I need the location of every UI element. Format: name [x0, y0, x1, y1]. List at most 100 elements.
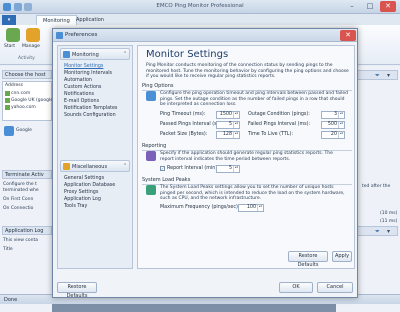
reporting-heading: Reporting [142, 143, 352, 151]
save-icon[interactable] [14, 3, 22, 11]
nav-item-monitor-settings[interactable]: Monitor Settings [64, 64, 103, 69]
window-close-button[interactable]: ✕ [380, 1, 396, 12]
file-tab[interactable]: ▾ [2, 15, 16, 25]
activity-group-label: Activity [18, 56, 35, 61]
report-interval-stepper[interactable]: 5 ▴▾ [216, 165, 240, 173]
nav-item-automation[interactable]: Automation [64, 78, 92, 83]
app-titlebar: EMCO Ping Monitor Professional – □ ✕ [0, 0, 400, 14]
outage-condition-stepper[interactable]: 3 ▴▾ [321, 111, 345, 119]
report-interval-checkbox[interactable]: ✓ [160, 166, 165, 171]
settings-content: Monitor Settings Ping Monitor conducts m… [137, 45, 355, 269]
ttl-stepper[interactable]: 20 ▴▾ [321, 131, 345, 139]
stepper-arrows-icon[interactable]: ▴▾ [233, 122, 239, 128]
filter-icon[interactable]: ⏷ [375, 72, 380, 80]
ping-options-heading: Ping Options [142, 83, 352, 91]
reporting-description: Specify if the application should genera… [160, 151, 333, 162]
nav-item-notifications[interactable]: Notifications [64, 92, 94, 97]
max-frequency-stepper[interactable]: 100 ▴▾ [238, 204, 264, 212]
nav-item-notification-templates[interactable]: Notification Templates [64, 106, 117, 111]
monitoring-icon [63, 51, 70, 58]
nav-item-general-settings[interactable]: General Settings [64, 176, 104, 181]
nav-item-sounds-configuration[interactable]: Sounds Configuration [64, 113, 116, 118]
nav-item-tools-tray[interactable]: Tools Tray [64, 204, 87, 209]
ping-timeout-label: Ping Timeout (ms): [160, 112, 206, 117]
host-item[interactable]: yahoo.com [11, 105, 36, 110]
app-title: EMCO Ping Monitor Professional [156, 3, 244, 9]
terminate-activity-header: Terminate Activ [2, 170, 52, 179]
packet-size-label: Packet Size (Bytes): [160, 132, 208, 137]
preferences-icon [56, 32, 63, 39]
nav-item-custom-actions[interactable]: Custom Actions [64, 85, 101, 90]
host-status-icon [5, 105, 10, 110]
page-title: Monitor Settings [146, 49, 229, 60]
restore-section-defaults-button[interactable]: Restore Defaults [288, 251, 328, 268]
undo-icon[interactable] [24, 3, 32, 11]
dialog-close-button[interactable]: ✕ [340, 30, 356, 41]
log-title-column-header[interactable]: Title [3, 247, 13, 252]
stepper-arrows-icon[interactable]: ▴▾ [233, 166, 239, 172]
minimize-button[interactable]: – [344, 1, 360, 12]
preferences-dialog: Preferences ✕ Monitoring ⌃ Monitor Setti… [52, 28, 358, 299]
choose-host-header: Choose the host [2, 70, 52, 79]
nav-item-monitoring-intervals[interactable]: Monitoring Intervals [64, 71, 112, 76]
host-item[interactable]: Google UK (google [11, 98, 53, 103]
host-item[interactable]: cnn.com [11, 91, 30, 96]
chevron-down-icon[interactable]: ▾ [387, 72, 390, 79]
nav-item-application-database[interactable]: Application Database [64, 183, 115, 188]
address-column-header[interactable]: Address [5, 83, 23, 88]
dialog-titlebar: Preferences ✕ [53, 29, 357, 42]
ok-button[interactable]: OK [279, 282, 313, 293]
outage-condition-label: Outage Condition (pings): [248, 112, 310, 117]
log-description-text: This view conta [3, 238, 39, 243]
configure-text-1: Configure the t [3, 182, 37, 187]
manage-icon[interactable] [26, 28, 40, 42]
cancel-button[interactable]: Cancel [317, 282, 353, 293]
report-interval-label: Report Interval (min): [167, 166, 219, 171]
ping-options-icon [146, 91, 156, 101]
tab-application[interactable]: Application [70, 15, 110, 25]
application-log-header: Application Log [2, 226, 52, 235]
radio-on-connection[interactable]: On Connectio [3, 206, 33, 211]
passed-pings-interval-stepper[interactable]: 5 ▴▾ [216, 121, 240, 129]
ping-time-1: (10 ms) [380, 211, 398, 216]
stepper-arrows-icon[interactable]: ▴▾ [257, 205, 263, 211]
stepper-arrows-icon[interactable]: ▴▾ [233, 112, 239, 118]
filter-icon[interactable]: ⏷ [375, 228, 380, 236]
preferences-nav: Monitoring ⌃ Monitor Settings Monitoring… [57, 45, 133, 269]
host-list: Address cnn.com Google UK (google yahoo.… [2, 81, 53, 121]
stepper-arrows-icon[interactable]: ▴▾ [338, 112, 344, 118]
nav-item-email-options[interactable]: E-mail Options [64, 99, 99, 104]
google-host-label: Google [16, 128, 32, 133]
nav-group-monitoring[interactable]: Monitoring ⌃ [60, 48, 130, 60]
packet-size-stepper[interactable]: 128 ▴▾ [216, 131, 240, 139]
app-icon [3, 3, 11, 11]
load-peaks-heading: System Load Peaks [142, 177, 352, 185]
globe-icon [4, 126, 14, 136]
left-panel: Choose the host Address cnn.com Google U… [0, 66, 53, 312]
ping-timeout-stepper[interactable]: 1500 ▴▾ [216, 111, 240, 119]
ttl-label: Time To Live (TTL): [248, 132, 293, 137]
configure-text-2: terminated whe [3, 188, 39, 193]
nav-item-application-log[interactable]: Application Log [64, 197, 101, 202]
chevron-down-icon[interactable]: ▾ [387, 228, 390, 235]
apply-button[interactable]: Apply [332, 251, 352, 262]
ping-options-description: Configure the ping operation timeout and… [160, 91, 348, 107]
radio-on-first-connection[interactable]: On First Conn [3, 197, 33, 202]
nav-group-miscellaneous[interactable]: Miscellaneous ⌃ [60, 160, 130, 172]
page-description: Ping Monitor conducts monitoring of the … [146, 63, 349, 79]
miscellaneous-icon [63, 163, 70, 170]
stepper-arrows-icon[interactable]: ▴▾ [338, 122, 344, 128]
restore-defaults-button[interactable]: Restore Defaults [57, 282, 97, 299]
maximize-button[interactable]: □ [362, 1, 378, 12]
failed-pings-interval-stepper[interactable]: 500 ▴▾ [321, 121, 345, 129]
load-peaks-icon [146, 185, 156, 195]
terminated-after-text: ted after the [362, 184, 391, 189]
manage-button-label[interactable]: Manage [22, 44, 40, 49]
stepper-arrows-icon[interactable]: ▴▾ [338, 132, 344, 138]
status-text: Done [4, 297, 18, 303]
nav-item-proxy-settings[interactable]: Proxy Settings [64, 190, 98, 195]
start-button-label[interactable]: Start [4, 44, 15, 49]
stepper-arrows-icon[interactable]: ▴▾ [233, 132, 239, 138]
start-icon[interactable] [6, 28, 20, 42]
host-status-icon [5, 91, 10, 96]
